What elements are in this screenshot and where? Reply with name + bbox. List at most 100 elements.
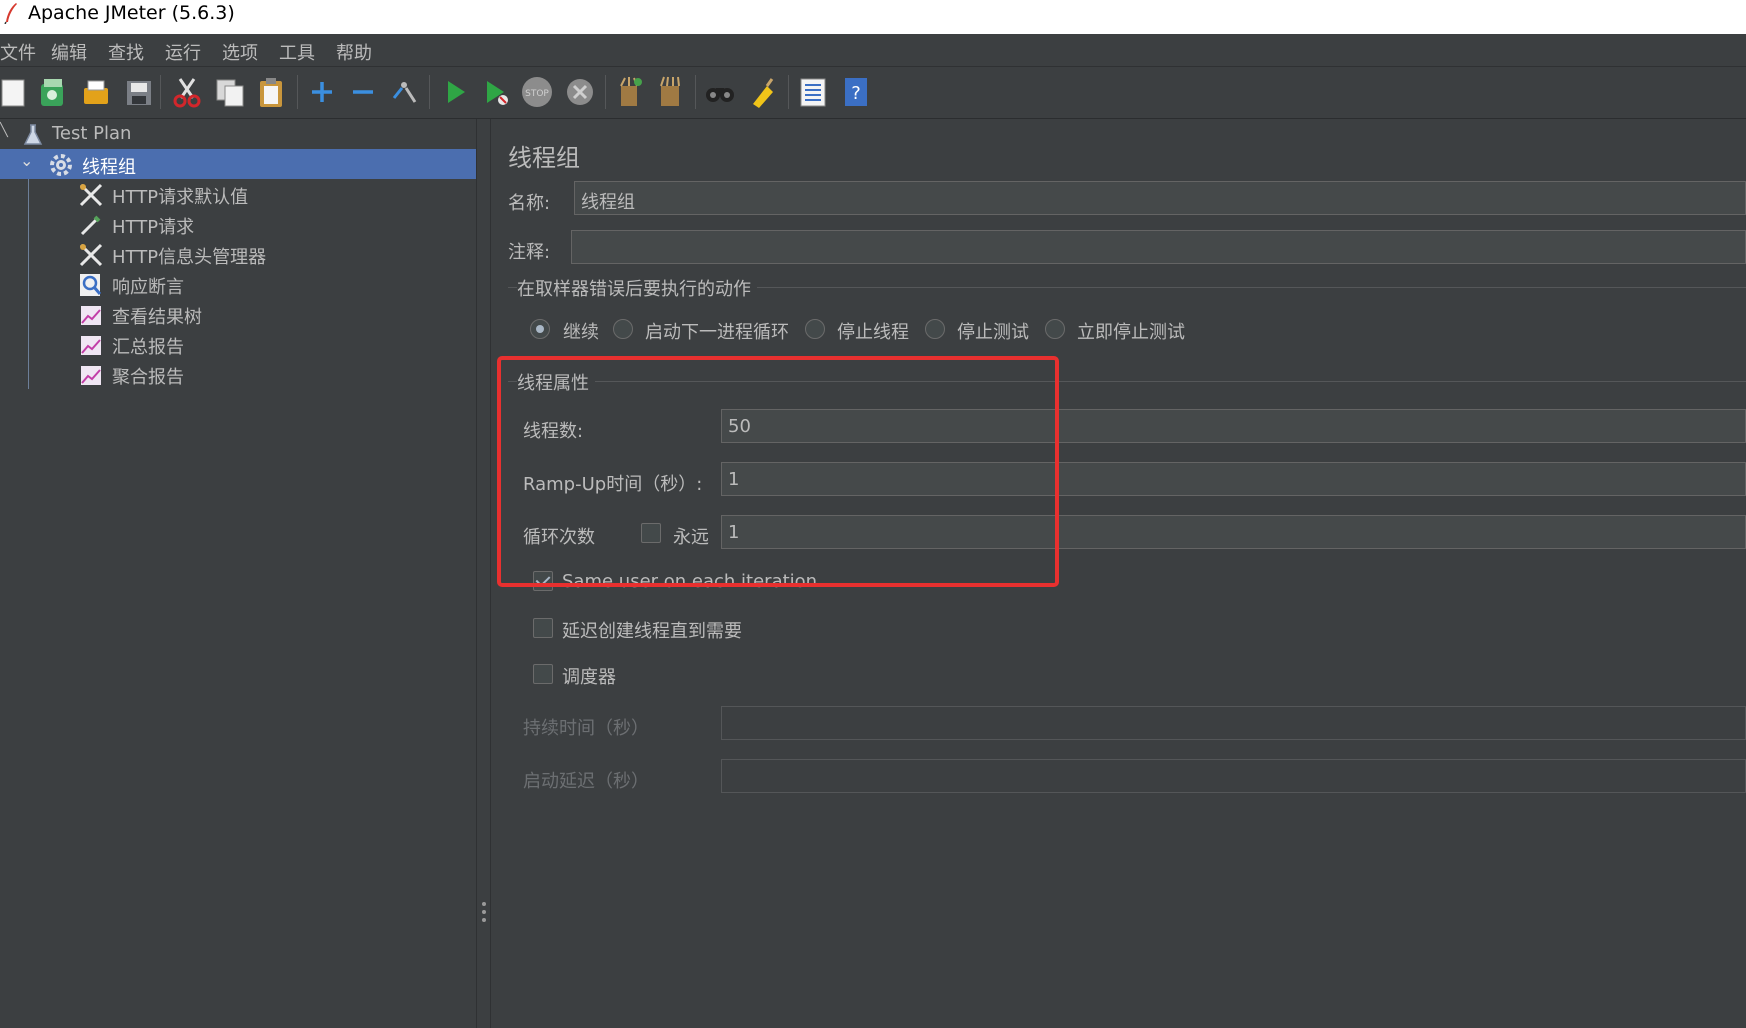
rampup-label: Ramp-Up时间（秒）: — [523, 474, 703, 495]
menu-help[interactable]: 帮助 — [336, 39, 372, 65]
scheduler-label: 调度器 — [562, 667, 616, 688]
radio-start-next-loop[interactable] — [613, 319, 633, 339]
tree-node-label: Test Plan — [52, 123, 132, 144]
error-action-group-title: 在取样器错误后要执行的动作 — [517, 275, 757, 301]
cut-icon[interactable] — [169, 74, 205, 110]
reset-search-icon[interactable] — [745, 74, 781, 110]
tree-node-thread-group[interactable]: ⌄ 线程组 — [0, 149, 476, 179]
forever-checkbox[interactable] — [641, 523, 661, 543]
tree-node-label: 线程组 — [82, 157, 136, 178]
wrench-icon — [78, 242, 104, 268]
chart-icon — [78, 362, 104, 388]
gear-icon — [48, 152, 74, 178]
help-icon[interactable]: ? — [838, 74, 874, 110]
pipette-icon — [78, 212, 104, 238]
chart-icon — [78, 302, 104, 328]
copy-icon[interactable] — [212, 74, 248, 110]
shutdown-icon[interactable] — [562, 74, 598, 110]
delay-thread-creation-label: 延迟创建线程直到需要 — [562, 621, 742, 642]
threads-label: 线程数: — [523, 421, 584, 442]
open-icon[interactable] — [78, 74, 114, 110]
tree-node-label: 聚合报告 — [112, 367, 184, 388]
loop-count-label: 循环次数 — [523, 527, 595, 548]
tree-node-label: 响应断言 — [112, 277, 184, 298]
radio-label: 立即停止测试 — [1077, 322, 1185, 343]
radio-stop-thread[interactable] — [805, 319, 825, 339]
flask-icon — [20, 122, 46, 148]
radio-label: 停止线程 — [837, 322, 909, 343]
thread-group-panel: 线程组 名称: 线程组 注释: 在取样器错误后要执行的动作 继续 启动下一进程循… — [491, 119, 1746, 1028]
tree-node-label: HTTP请求默认值 — [112, 187, 249, 208]
radio-stop-test[interactable] — [925, 319, 945, 339]
loop-count-field[interactable]: 1 — [721, 515, 1746, 549]
expand-icon[interactable] — [304, 74, 340, 110]
tree-node-http-defaults[interactable]: HTTP请求默认值 — [0, 179, 476, 209]
chevron-down-icon[interactable]: ╲ — [0, 123, 8, 138]
name-field[interactable]: 线程组 — [574, 181, 1746, 215]
radio-label: 继续 — [563, 322, 599, 343]
search-icon[interactable] — [702, 74, 738, 110]
svg-text:?: ? — [851, 83, 861, 104]
new-icon[interactable] — [0, 74, 32, 110]
split-pane-divider[interactable] — [477, 119, 491, 1028]
menu-edit[interactable]: 编辑 — [51, 39, 87, 65]
chart-icon — [78, 332, 104, 358]
menu-options[interactable]: 选项 — [222, 39, 258, 65]
thread-props-group-title: 线程属性 — [517, 369, 595, 395]
clear-icon[interactable] — [611, 74, 647, 110]
templates-icon[interactable] — [35, 74, 71, 110]
radio-label: 启动下一进程循环 — [645, 322, 789, 343]
window-title: Apache JMeter (5.6.3) — [28, 2, 235, 24]
delay-thread-creation-checkbox[interactable] — [533, 618, 553, 638]
tree-node-label: HTTP信息头管理器 — [112, 247, 267, 268]
start-icon[interactable] — [437, 74, 473, 110]
stop-icon[interactable]: STOP — [519, 74, 555, 110]
svg-text:STOP: STOP — [525, 89, 549, 99]
radio-label: 停止测试 — [957, 322, 1029, 343]
tree-node-summary-report[interactable]: 汇总报告 — [0, 329, 476, 359]
tree-node-http-request[interactable]: HTTP请求 — [0, 209, 476, 239]
tree-node-test-plan[interactable]: ╲ Test Plan — [0, 119, 476, 149]
tree-node-label: 查看结果树 — [112, 307, 202, 328]
comment-label: 注释: — [508, 242, 551, 263]
menu-file[interactable]: 文件 — [0, 39, 36, 65]
duration-field[interactable] — [721, 706, 1746, 740]
same-user-checkbox[interactable] — [533, 571, 553, 591]
threads-field[interactable]: 50 — [721, 409, 1746, 443]
collapse-icon[interactable] — [345, 74, 381, 110]
page-title: 线程组 — [508, 144, 580, 172]
tree-node-results-tree[interactable]: 查看结果树 — [0, 299, 476, 329]
tree-node-label: 汇总报告 — [112, 337, 184, 358]
forever-label: 永远 — [673, 527, 709, 548]
paste-icon[interactable] — [253, 74, 289, 110]
radio-stop-test-now[interactable] — [1045, 319, 1065, 339]
same-user-label: Same user on each iteration — [562, 571, 818, 592]
menu-search[interactable]: 查找 — [108, 39, 144, 65]
tree-node-response-assertion[interactable]: 响应断言 — [0, 269, 476, 299]
menu-run[interactable]: 运行 — [165, 39, 201, 65]
clear-all-icon[interactable] — [652, 74, 688, 110]
wrench-icon — [78, 182, 104, 208]
save-icon[interactable] — [121, 74, 157, 110]
jmeter-feather-icon — [3, 2, 19, 30]
magnifier-icon — [78, 272, 104, 298]
startup-delay-field[interactable] — [721, 759, 1746, 793]
duration-label: 持续时间（秒） — [523, 718, 649, 739]
test-plan-tree: ╲ Test Plan ⌄ 线程组 HTTP请求默认值 HTTP请求 HTTP信… — [0, 119, 477, 1028]
startup-delay-label: 启动延迟（秒） — [523, 771, 649, 792]
tree-node-aggregate-report[interactable]: 聚合报告 — [0, 359, 476, 389]
name-label: 名称: — [508, 193, 551, 214]
menu-tools[interactable]: 工具 — [279, 39, 315, 65]
radio-continue[interactable] — [530, 319, 550, 339]
start-no-pause-icon[interactable] — [478, 74, 514, 110]
title-bar: Apache JMeter (5.6.3) — [0, 0, 1746, 34]
scheduler-checkbox[interactable] — [533, 664, 553, 684]
toolbar: STOP ? — [0, 67, 1746, 119]
menu-bar: 文件 编辑 查找 运行 选项 工具 帮助 — [0, 34, 1746, 67]
function-helper-icon[interactable] — [795, 74, 831, 110]
tree-node-header-manager[interactable]: HTTP信息头管理器 — [0, 239, 476, 269]
rampup-field[interactable]: 1 — [721, 462, 1746, 496]
chevron-down-icon[interactable]: ⌄ — [20, 151, 33, 170]
toggle-icon[interactable] — [386, 74, 422, 110]
comment-field[interactable] — [571, 230, 1746, 264]
